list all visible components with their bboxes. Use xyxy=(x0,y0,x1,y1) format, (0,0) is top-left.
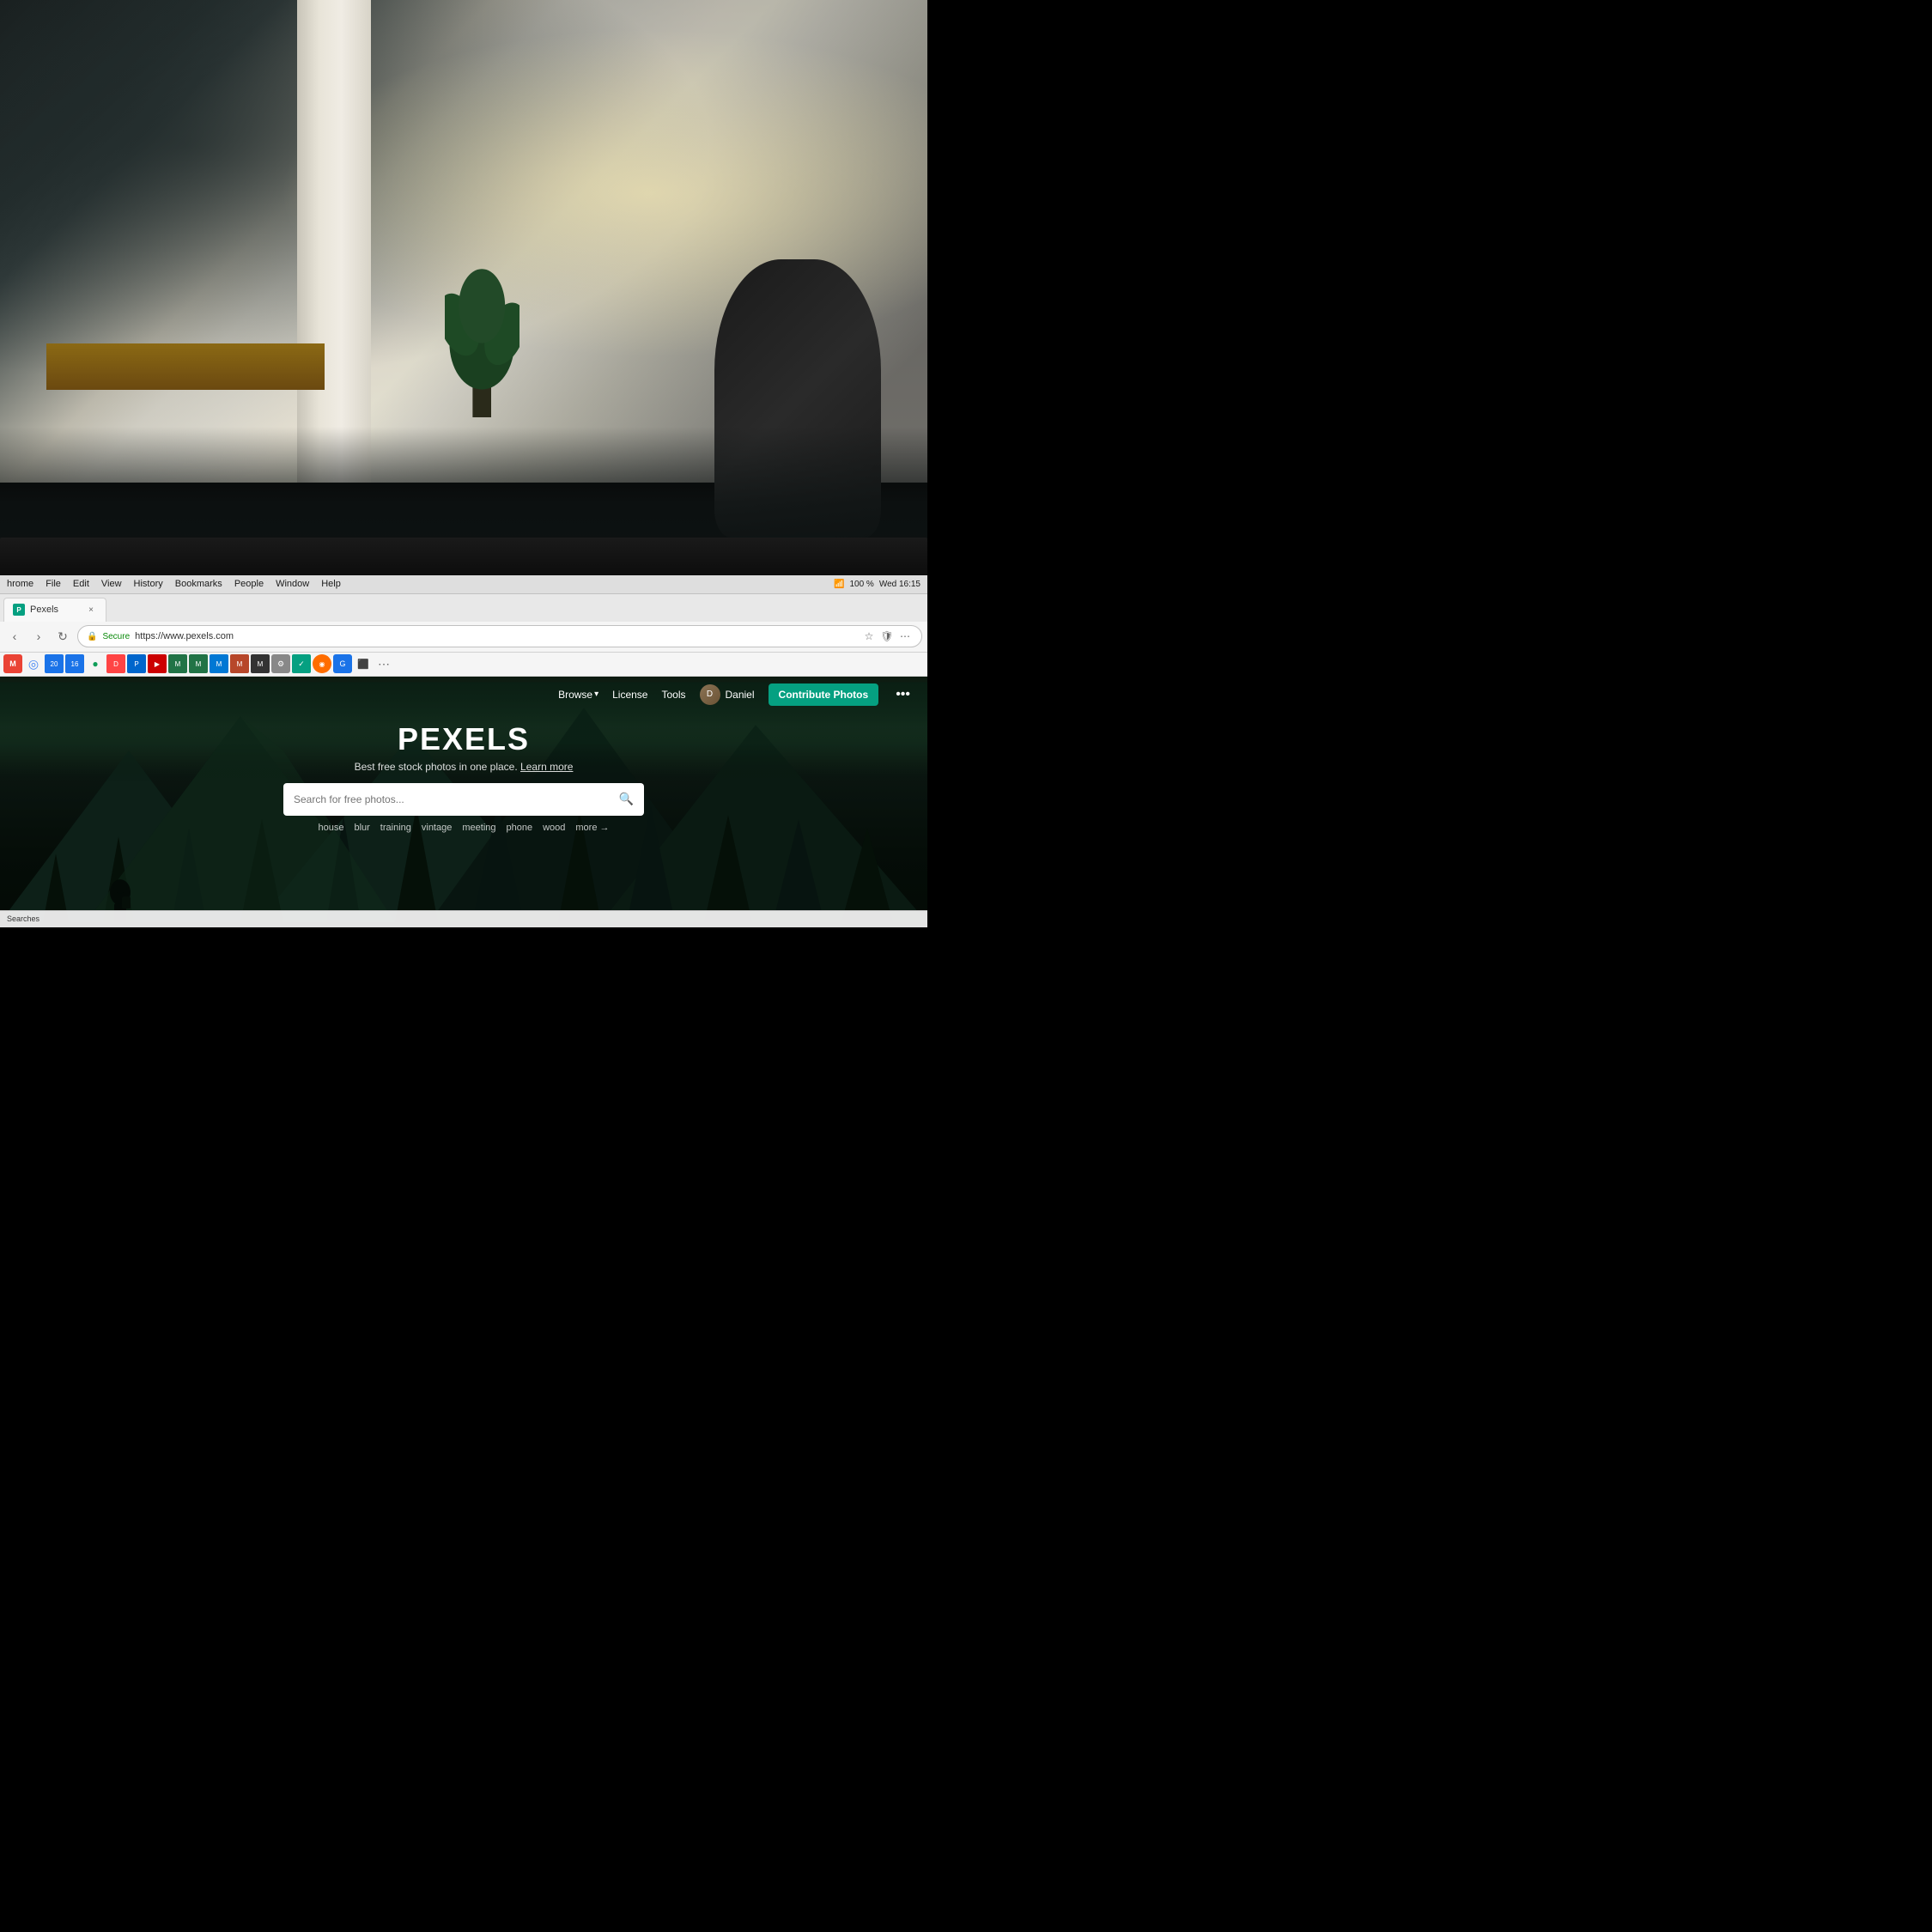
monitor-bezel xyxy=(0,538,927,574)
menubar-view[interactable]: View xyxy=(101,579,122,589)
menubar-file[interactable]: File xyxy=(46,579,61,589)
search-container: 🔍 xyxy=(0,783,927,816)
app6-icon[interactable]: M xyxy=(189,654,208,673)
browser-tab[interactable]: P Pexels × xyxy=(3,598,106,622)
statusbar-text: Searches xyxy=(7,914,39,923)
app8-icon[interactable]: M xyxy=(230,654,249,673)
app4-icon[interactable]: ▶ xyxy=(148,654,167,673)
license-button[interactable]: License xyxy=(612,689,647,701)
url-bar-area: ‹ › ↻ 🔒 Secure https://www.pexels.com ☆ … xyxy=(0,622,927,653)
refresh-button[interactable]: ↻ xyxy=(53,627,72,646)
tag-blur[interactable]: blur xyxy=(354,823,369,833)
tag-house[interactable]: house xyxy=(318,823,343,833)
tag-meeting[interactable]: meeting xyxy=(462,823,495,833)
toolbar-icons-row: M ◎ 20 16 ● D P ▶ M M M M M ⚙ ✓ ◉ G ⬛ ⋯ xyxy=(0,653,927,677)
app2-icon[interactable]: D xyxy=(106,654,125,673)
search-bar[interactable]: 🔍 xyxy=(283,783,644,816)
back-button[interactable]: ‹ xyxy=(5,627,24,646)
app10-icon[interactable]: ⚙ xyxy=(271,654,290,673)
url-right-icons: ☆ 🛡 ⋯ xyxy=(861,629,913,644)
address-bar[interactable]: 🔒 Secure https://www.pexels.com ☆ 🛡 ⋯ xyxy=(77,625,922,647)
app13-icon[interactable]: G xyxy=(333,654,352,673)
forward-button[interactable]: › xyxy=(29,627,48,646)
pexels-hero-section: PEXELS Best free stock photos in one pla… xyxy=(0,713,927,843)
tab-close-button[interactable]: × xyxy=(85,604,97,616)
user-avatar: D xyxy=(700,684,720,705)
tab-favicon: P xyxy=(13,604,25,616)
clock: Wed 16:15 xyxy=(879,580,920,589)
tag-vintage[interactable]: vintage xyxy=(422,823,452,833)
app3-icon[interactable]: P xyxy=(127,654,146,673)
tag-training[interactable]: training xyxy=(380,823,411,833)
pexels-tagline: Best free stock photos in one place. Lea… xyxy=(0,761,927,773)
secure-icon: 🔒 xyxy=(87,632,97,641)
menubar-status-area: 📶 100 % Wed 16:15 xyxy=(834,580,920,589)
more-options-button[interactable]: ••• xyxy=(892,687,914,702)
app1-icon[interactable]: ● xyxy=(86,654,105,673)
app14-icon[interactable]: ⬛ xyxy=(354,654,373,673)
browse-button[interactable]: Browse ▾ xyxy=(558,689,598,701)
bookmark-icon[interactable]: ☆ xyxy=(861,629,877,644)
macos-menubar: hrome File Edit View History Bookmarks P… xyxy=(0,575,927,594)
contribute-photos-button[interactable]: Contribute Photos xyxy=(769,683,879,706)
app12-icon[interactable]: ◉ xyxy=(313,654,331,673)
url-address: https://www.pexels.com xyxy=(135,631,234,641)
username-label: Daniel xyxy=(726,689,755,701)
menubar-bookmarks[interactable]: Bookmarks xyxy=(175,579,222,589)
secure-label: Secure xyxy=(102,632,130,641)
office-pillar xyxy=(297,0,371,483)
menubar-app[interactable]: hrome xyxy=(7,579,33,589)
wifi-icon: 📶 xyxy=(834,580,844,589)
menubar-window[interactable]: Window xyxy=(276,579,309,589)
app7-icon[interactable]: M xyxy=(210,654,228,673)
tab-title: Pexels xyxy=(30,605,58,615)
search-icon: 🔍 xyxy=(619,792,634,806)
calendar2-icon[interactable]: 16 xyxy=(65,654,84,673)
tab-bar: P Pexels × xyxy=(0,594,927,622)
statusbar-bottom: Searches xyxy=(0,910,927,927)
extensions-icon[interactable]: ⋯ xyxy=(897,629,913,644)
tools-button[interactable]: Tools xyxy=(661,689,685,701)
more-extensions-btn[interactable]: ⋯ xyxy=(374,654,393,673)
scene-bottom-fade xyxy=(0,427,927,556)
chevron-down-icon: ▾ xyxy=(594,690,598,699)
desk-surface xyxy=(46,343,325,390)
gdrive-icon[interactable]: ◎ xyxy=(24,654,43,673)
gmail-icon[interactable]: M xyxy=(3,654,22,673)
shield-icon: 🛡 xyxy=(879,629,895,644)
battery-icon: 100 % xyxy=(849,580,873,589)
app9-icon[interactable]: M xyxy=(251,654,270,673)
user-menu[interactable]: D Daniel xyxy=(700,684,755,705)
pexels-website: Browse ▾ License Tools D Daniel Contribu… xyxy=(0,677,927,927)
app5-icon[interactable]: M xyxy=(168,654,187,673)
app11-icon[interactable]: ✓ xyxy=(292,654,311,673)
more-tags-button[interactable]: more → xyxy=(575,823,609,833)
menubar-help[interactable]: Help xyxy=(321,579,341,589)
browser-frame: hrome File Edit View History Bookmarks P… xyxy=(0,575,927,927)
menubar-edit[interactable]: Edit xyxy=(73,579,89,589)
tag-wood[interactable]: wood xyxy=(543,823,565,833)
learn-more-link[interactable]: Learn more xyxy=(520,761,573,773)
tag-phone[interactable]: phone xyxy=(507,823,533,833)
menubar-history[interactable]: History xyxy=(134,579,163,589)
pexels-logo: PEXELS xyxy=(0,721,927,757)
menubar-people[interactable]: People xyxy=(234,579,264,589)
pexels-nav: Browse ▾ License Tools D Daniel Contribu… xyxy=(0,677,927,713)
office-plant xyxy=(445,185,519,464)
calendar-icon[interactable]: 20 xyxy=(45,654,64,673)
quick-search-tags: house blur training vintage meeting phon… xyxy=(0,823,927,833)
search-input[interactable] xyxy=(294,793,612,805)
